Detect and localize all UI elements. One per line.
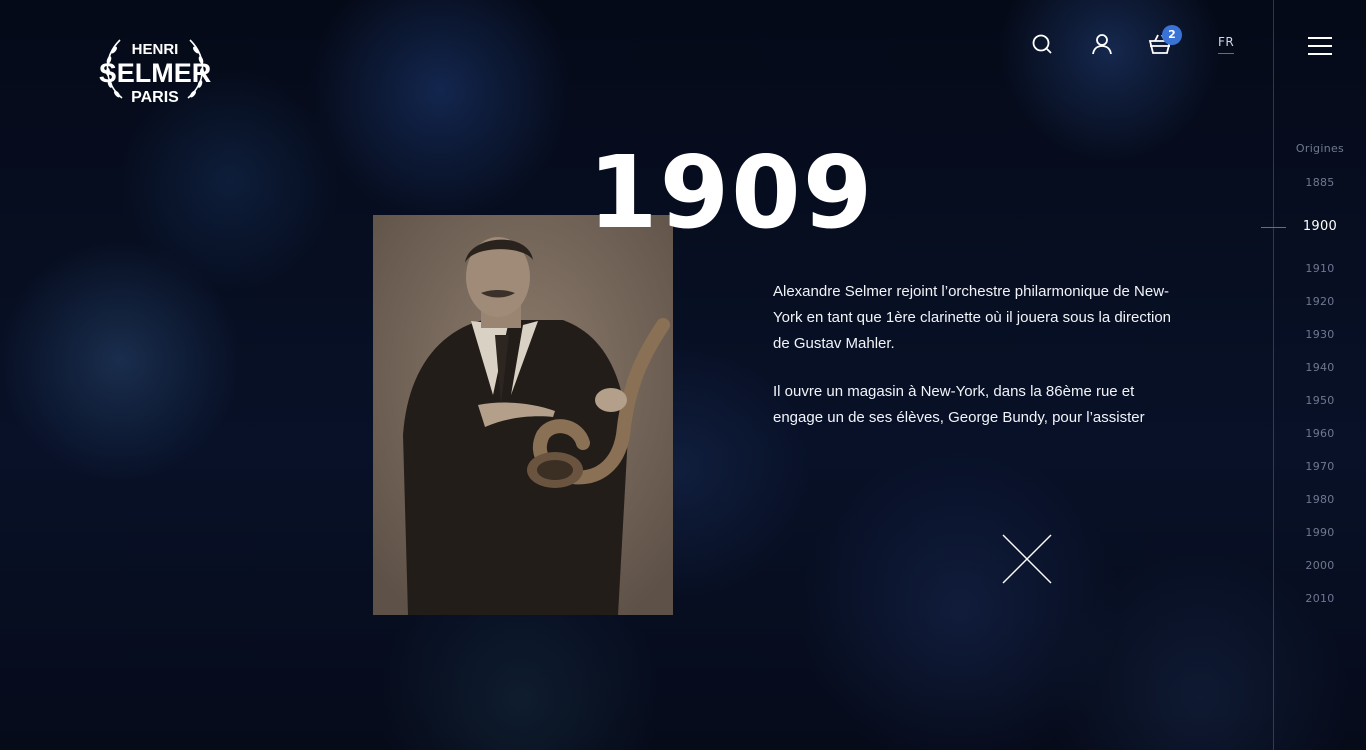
language-selector[interactable]: FR [1218,35,1235,54]
timeline-item-1940[interactable]: 1940 [1274,361,1366,374]
year-description: Alexandre Selmer rejoint l’orchestre phi… [773,279,1183,453]
timeline-item-1950[interactable]: 1950 [1274,394,1366,407]
description-paragraph-2: Il ouvre un magasin à New-York, dans la … [773,383,1145,426]
logo-top-text: HENRI [132,41,179,58]
logo-middle-text: SELMER [99,58,212,88]
timeline-item-1990[interactable]: 1990 [1274,526,1366,539]
timeline-item-1900[interactable]: 1900 [1274,219,1366,234]
timeline-item-1970[interactable]: 1970 [1274,460,1366,473]
timeline-nav: Origines 1885 1900 1910 1920 1930 1940 1… [1274,0,1366,750]
timeline-item-1910[interactable]: 1910 [1274,262,1366,275]
timeline-item-1930[interactable]: 1930 [1274,328,1366,341]
timeline-item-2010[interactable]: 2010 [1274,592,1366,605]
search-icon[interactable] [1030,32,1054,56]
timeline-item-1980[interactable]: 1980 [1274,493,1366,506]
timeline-item-1885[interactable]: 1885 [1274,176,1366,189]
user-icon[interactable] [1090,32,1114,56]
timeline-item-origines[interactable]: Origines [1274,142,1366,155]
cart-count-badge: 2 [1162,25,1182,45]
timeline-item-2000[interactable]: 2000 [1274,559,1366,572]
description-paragraph-1: Alexandre Selmer rejoint l’orchestre phi… [773,283,1172,352]
historical-photo [373,215,673,615]
timeline-item-1960[interactable]: 1960 [1274,427,1366,440]
henri-selmer-paris-logo[interactable]: HENRI SELMER PARIS [92,28,218,120]
timeline-item-1920[interactable]: 1920 [1274,295,1366,308]
year-title: 1909 [588,134,875,251]
close-icon[interactable] [1002,534,1052,584]
logo-bottom-text: PARIS [131,89,179,106]
